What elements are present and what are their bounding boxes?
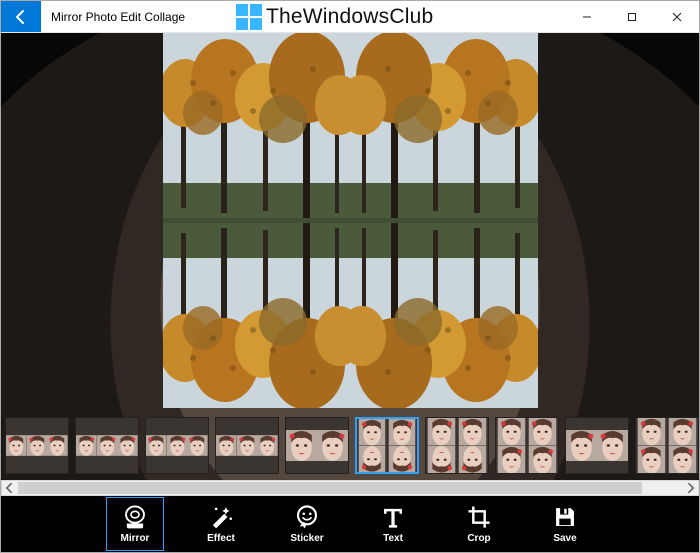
- tool-sticker[interactable]: Sticker: [278, 497, 336, 551]
- window-controls: [564, 1, 699, 32]
- close-button[interactable]: [654, 1, 699, 32]
- minimize-button[interactable]: [564, 1, 609, 32]
- preview-canvas[interactable]: [163, 33, 538, 408]
- tool-sticker-label: Sticker: [290, 533, 323, 544]
- chevron-right-icon: [682, 480, 698, 496]
- tool-mirror[interactable]: Mirror: [106, 497, 164, 551]
- thumb-layout-2[interactable]: [145, 417, 209, 474]
- mirror-icon: [122, 504, 148, 530]
- chevron-left-icon: [2, 480, 18, 496]
- minimize-icon: [582, 12, 592, 22]
- crop-icon: [466, 504, 492, 530]
- watermark-text: TheWindowsClub: [266, 5, 433, 29]
- tool-text-label: Text: [383, 533, 403, 544]
- tool-effect[interactable]: Effect: [192, 497, 250, 551]
- thumb-layout-1[interactable]: [75, 417, 139, 474]
- scrollbar-track[interactable]: [18, 481, 682, 495]
- close-icon: [672, 12, 682, 22]
- thumb-layout-5[interactable]: [355, 417, 419, 474]
- thumb-layout-4[interactable]: [285, 417, 349, 474]
- back-button[interactable]: [1, 1, 41, 32]
- tool-save[interactable]: Save: [536, 497, 594, 551]
- thumb-layout-8[interactable]: [565, 417, 629, 474]
- tool-effect-label: Effect: [207, 533, 235, 544]
- effect-icon: [208, 504, 234, 530]
- watermark-logo-icon: [236, 4, 262, 30]
- tool-crop[interactable]: Crop: [450, 497, 508, 551]
- sticker-icon: [294, 504, 320, 530]
- tool-mirror-label: Mirror: [121, 533, 150, 544]
- watermark: TheWindowsClub: [236, 1, 433, 33]
- thumb-layout-3[interactable]: [215, 417, 279, 474]
- tool-crop-label: Crop: [467, 533, 490, 544]
- tool-save-label: Save: [553, 533, 576, 544]
- scroll-left-button[interactable]: [2, 481, 18, 495]
- mirror-layout-thumbnails: [1, 413, 699, 478]
- thumb-layout-7[interactable]: [495, 417, 559, 474]
- save-icon: [552, 504, 578, 530]
- editor-content: Mirror Effect Sticker: [1, 33, 699, 552]
- thumbnail-scrollbar[interactable]: [1, 480, 699, 496]
- titlebar: Mirror Photo Edit Collage TheWindowsClub: [1, 1, 699, 33]
- scrollbar-thumb[interactable]: [18, 482, 642, 494]
- thumb-layout-6[interactable]: [425, 417, 489, 474]
- bottom-toolbar: Mirror Effect Sticker: [1, 496, 699, 552]
- thumb-layout-9[interactable]: [635, 417, 699, 474]
- maximize-icon: [627, 12, 637, 22]
- text-icon: [380, 504, 406, 530]
- tool-text[interactable]: Text: [364, 497, 422, 551]
- app-title: Mirror Photo Edit Collage: [41, 1, 195, 32]
- maximize-button[interactable]: [609, 1, 654, 32]
- thumb-layout-0[interactable]: [5, 417, 69, 474]
- scroll-right-button[interactable]: [682, 481, 698, 495]
- app-window: Mirror Photo Edit Collage TheWindowsClub: [0, 0, 700, 553]
- arrow-left-icon: [13, 9, 29, 25]
